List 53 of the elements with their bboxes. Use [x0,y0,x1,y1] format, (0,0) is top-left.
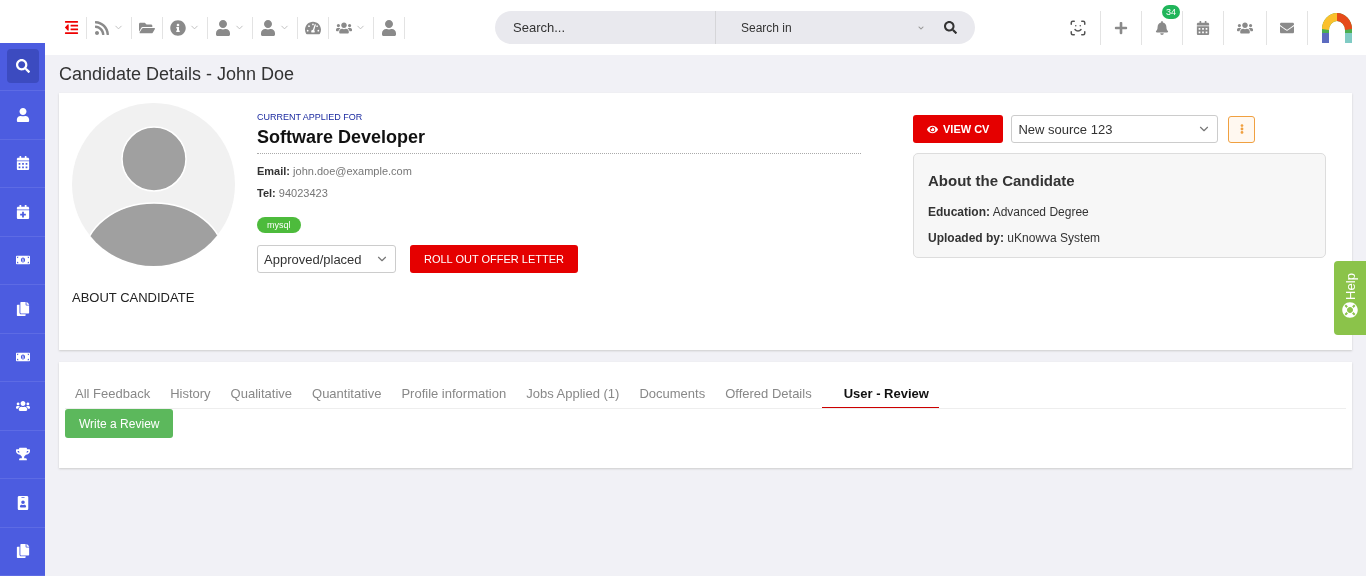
eye-icon[interactable] [927,123,938,135]
page-title: Candidate Details - John Doe [59,64,296,85]
search-field[interactable]: Search... Search in [495,11,975,44]
phone-text: Tel: 94023423 [257,187,329,199]
badge-icon[interactable] [15,495,30,510]
plus-icon[interactable] [1114,20,1128,35]
tab[interactable]: History [160,380,221,408]
view-cv-button[interactable]: VIEW CV [913,115,1004,143]
tab[interactable]: Documents [629,380,716,408]
write-review-button[interactable]: Write a Review [65,409,174,438]
tab[interactable]: All Feedback [65,380,161,408]
dashboard-icon[interactable] [305,19,321,36]
menu-icon[interactable] [64,20,79,35]
calendar-plus-icon[interactable] [15,204,30,219]
bell-icon[interactable] [1155,20,1169,35]
mail-icon[interactable] [1280,20,1294,35]
copy-icon[interactable] [15,544,30,559]
offer-letter-button[interactable]: ROLL OUT OFFER LETTER [410,245,578,273]
section-heading: ABOUT CANDIDATE [72,290,196,305]
user-icon[interactable] [15,107,30,122]
source-select[interactable]: New source 123 [1011,115,1219,143]
tab[interactable]: Profile information [391,380,517,408]
skill-tag: mysql [257,217,301,233]
panel-title: About the Candidate [928,172,1076,189]
rss-icon[interactable] [94,19,110,36]
face-scan-icon[interactable] [1069,18,1087,37]
calendar-icon[interactable] [15,156,30,171]
info-icon[interactable] [170,19,186,36]
tab[interactable]: Qualitative [220,380,303,408]
user-icon[interactable] [215,19,231,36]
users-icon[interactable] [15,398,30,413]
trophy-icon[interactable] [15,447,30,462]
tab[interactable]: Offered Details [715,380,822,408]
tab[interactable]: Quantitative [302,380,392,408]
status-select[interactable]: Approved/placed [257,245,396,273]
user-icon[interactable] [381,19,397,36]
calendar-icon[interactable] [1196,20,1210,35]
search-scope[interactable]: Search in [741,20,792,35]
search-icon[interactable] [15,59,30,74]
search-icon[interactable] [944,21,957,34]
copy-icon[interactable] [15,301,30,316]
job-title: Software Developer [257,122,861,154]
applied-label: CURRENT APPLIED FOR [257,112,364,122]
detail-text: Uploaded by: uKnowva System [928,231,1102,245]
avatar-icon [72,103,235,266]
help-tab[interactable]: Help [1334,261,1366,335]
tab[interactable]: User - Review [821,380,939,408]
user-icon[interactable] [260,19,276,36]
notification-badge: 34 [1162,4,1180,19]
tab[interactable]: Jobs Applied (1) [516,380,630,408]
sidebar-item[interactable] [6,49,39,84]
email-text: Email: john.doe@example.com [257,165,413,177]
detail-text: Education: Advanced Degree [928,205,1090,219]
